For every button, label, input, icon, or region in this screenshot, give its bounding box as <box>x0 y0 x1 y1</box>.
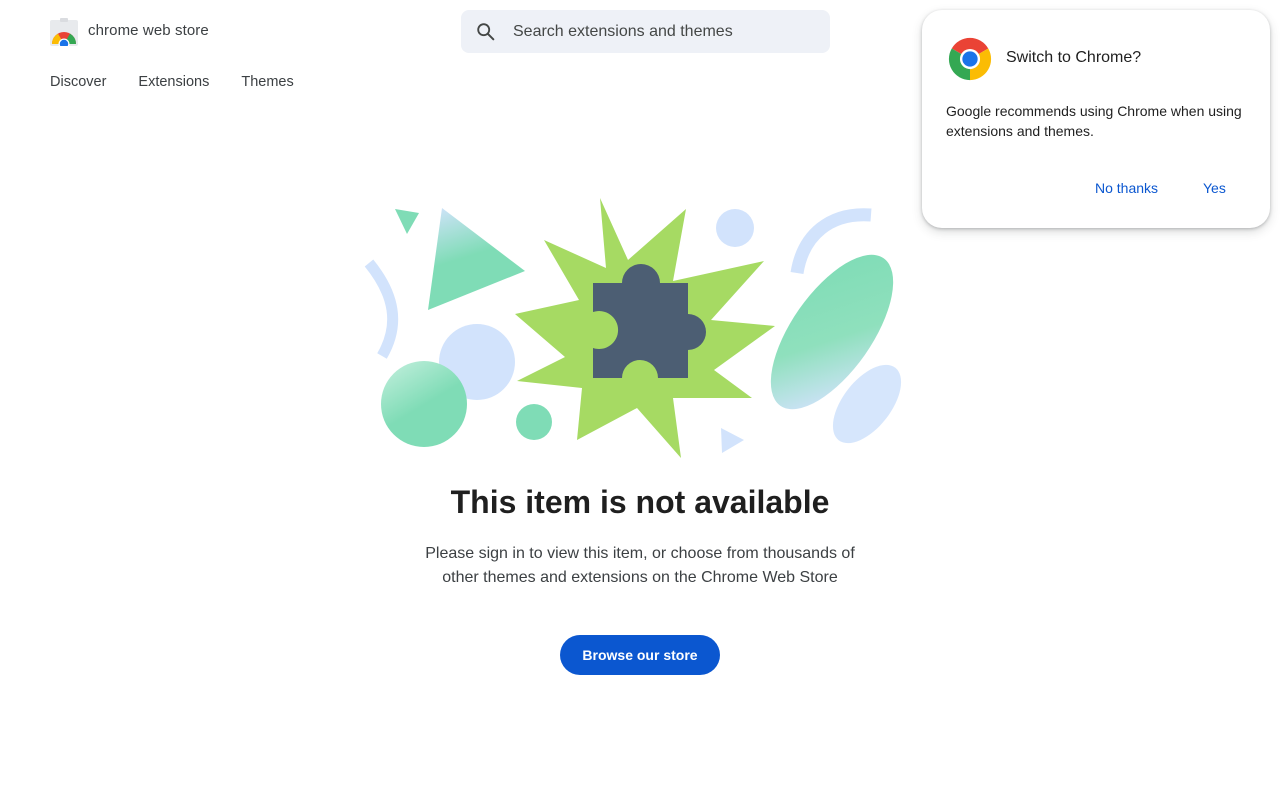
browse-store-button[interactable]: Browse our store <box>560 635 720 675</box>
page: chrome web store Discover Extensions The… <box>0 0 1280 800</box>
not-available-illustration <box>364 198 902 458</box>
switch-to-chrome-popup: Switch to Chrome? Google recommends usin… <box>922 10 1270 228</box>
search-icon[interactable] <box>475 21 497 43</box>
small-blue-triangle-shape <box>721 428 744 453</box>
nav-themes[interactable]: Themes <box>241 73 293 91</box>
search-input[interactable] <box>513 10 813 53</box>
chrome-logo-icon <box>948 37 992 81</box>
mint-circle-shape <box>381 361 467 447</box>
chrome-web-store-logo-icon[interactable] <box>50 18 78 46</box>
main-nav: Discover Extensions Themes <box>50 73 326 91</box>
nav-extensions[interactable]: Extensions <box>138 73 209 91</box>
search-bar[interactable] <box>461 10 830 53</box>
top-right-circle-shape <box>716 209 754 247</box>
page-title: This item is not available <box>450 484 830 520</box>
description-line-1: Please sign in to view this item, or cho… <box>425 545 855 562</box>
nav-discover[interactable]: Discover <box>50 73 106 91</box>
page-description: Please sign in to view this item, or cho… <box>400 542 880 590</box>
popup-title: Switch to Chrome? <box>1006 49 1142 66</box>
yes-button[interactable]: Yes <box>1197 176 1232 200</box>
small-mint-circle-shape <box>516 404 552 440</box>
description-line-2: other themes and extensions on the Chrom… <box>442 569 838 586</box>
brand-name[interactable]: chrome web store <box>88 22 209 39</box>
popup-body: Google recommends using Chrome when usin… <box>946 103 1242 139</box>
large-triangle-shape <box>428 208 525 310</box>
left-arc-shape <box>364 259 399 359</box>
no-thanks-button[interactable]: No thanks <box>1089 176 1164 200</box>
small-triangle-shape <box>395 209 419 234</box>
